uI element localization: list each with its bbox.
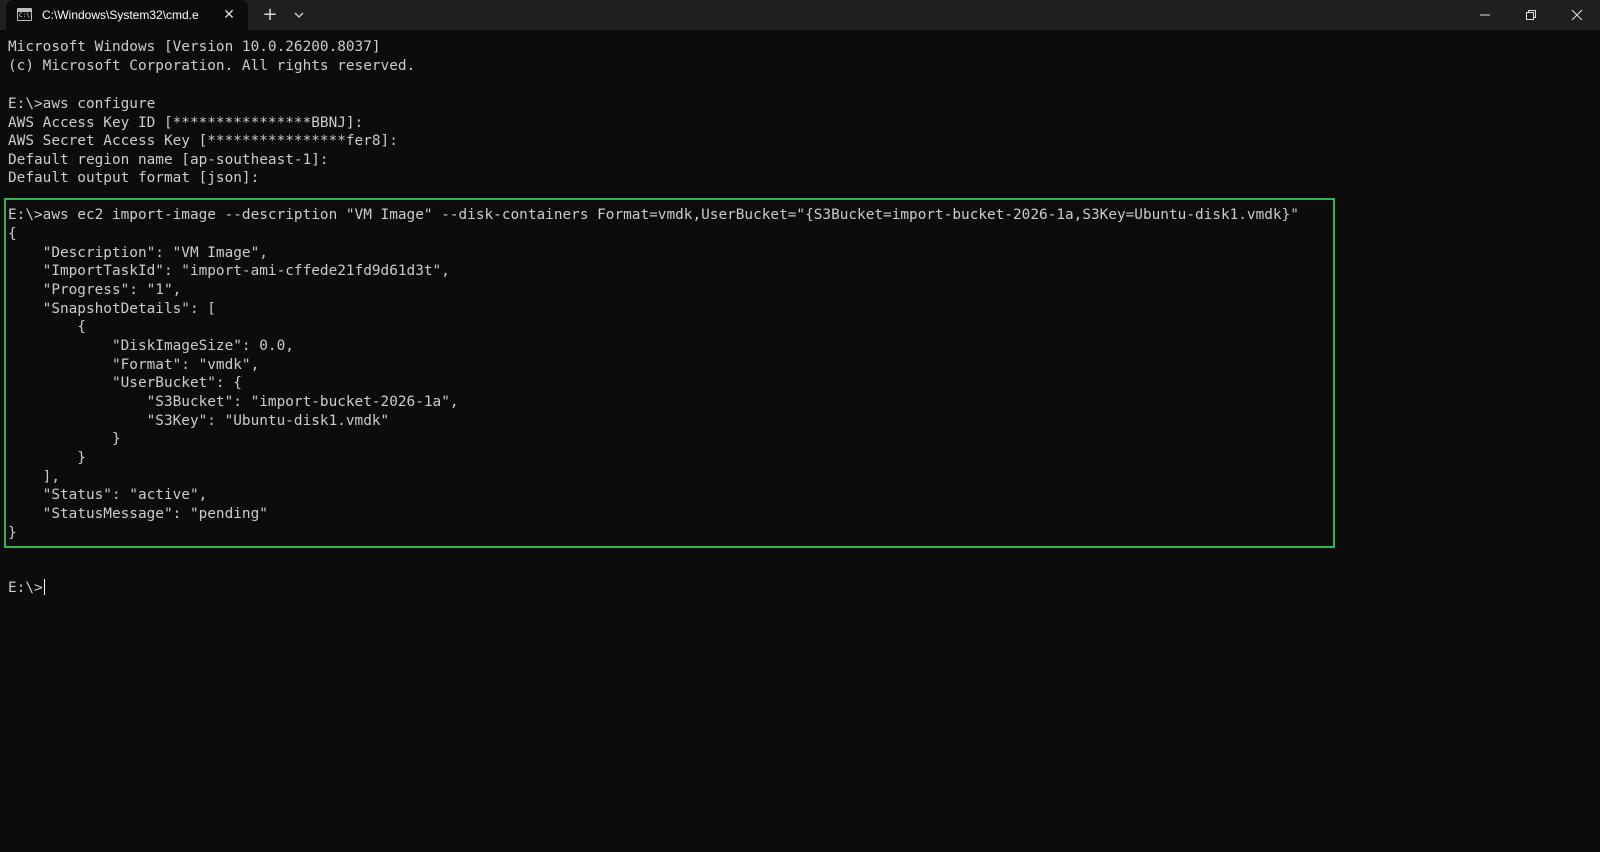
close-icon: ✕ — [223, 7, 235, 23]
plus-icon: + — [262, 4, 278, 25]
terminal-line: "StatusMessage": "pending" — [8, 506, 268, 522]
title-bar: C:\. C:\Windows\System32\cmd.e ✕ + — [0, 0, 1600, 30]
terminal-line: "S3Bucket": "import-bucket-2026-1a", — [8, 394, 459, 410]
terminal-line: Default region name [ap-southeast-1]: — [8, 151, 329, 168]
terminal-line: "ImportTaskId": "import-ami-cffede21fd9d… — [8, 263, 450, 279]
text-cursor — [43, 579, 45, 595]
terminal-line: "Progress": "1", — [8, 282, 182, 298]
terminal-line: { — [8, 319, 86, 335]
tab-title: C:\Windows\System32\cmd.e — [42, 8, 199, 22]
maximize-button[interactable] — [1508, 0, 1554, 30]
terminal-line: "Description": "VM Image", — [8, 244, 268, 261]
close-window-button[interactable] — [1554, 0, 1600, 30]
terminal-prompt: E:\> — [8, 579, 45, 598]
terminal-line: Default output format [json]: — [8, 170, 260, 186]
chevron-down-icon — [294, 12, 304, 18]
terminal-line: } — [8, 524, 17, 541]
prompt-text: E:\> — [8, 580, 43, 596]
terminal-line: "S3Key": "Ubuntu-disk1.vmdk" — [8, 412, 390, 429]
terminal-line: } — [8, 431, 121, 447]
terminal-icon-text: C:\. — [19, 12, 34, 19]
restore-icon — [1526, 10, 1536, 20]
terminal-line: "UserBucket": { — [8, 375, 242, 391]
terminal-line: "SnapshotDetails": [ — [8, 300, 216, 317]
terminal-line: "Status": "active", — [8, 487, 208, 503]
minimize-icon — [1480, 14, 1490, 16]
tab-dropdown-button[interactable] — [288, 4, 310, 26]
close-icon — [1571, 9, 1583, 21]
terminal-line: } — [8, 450, 86, 466]
terminal-icon: C:\. — [17, 8, 34, 21]
close-tab-button[interactable]: ✕ — [220, 6, 238, 24]
terminal-line: ], — [8, 468, 60, 485]
terminal-line: AWS Access Key ID [****************BBNJ]… — [8, 114, 364, 131]
terminal-output[interactable]: Microsoft Windows [Version 10.0.26200.80… — [8, 38, 1593, 838]
terminal-line: "Format": "vmdk", — [8, 356, 260, 373]
terminal-line: Microsoft Windows [Version 10.0.26200.80… — [8, 39, 381, 55]
new-tab-button[interactable]: + — [259, 4, 281, 26]
minimize-button[interactable] — [1462, 0, 1508, 30]
terminal-line: "DiskImageSize": 0.0, — [8, 338, 294, 354]
terminal-line: AWS Secret Access Key [****************f… — [8, 133, 398, 149]
terminal-line: E:\>aws ec2 import-image --description "… — [8, 207, 1299, 223]
terminal-line: E:\>aws configure — [8, 96, 156, 112]
terminal-line: (c) Microsoft Corporation. All rights re… — [8, 58, 416, 74]
tab-cmd[interactable]: C:\. C:\Windows\System32\cmd.e ✕ — [6, 0, 248, 30]
terminal-line: { — [8, 226, 17, 242]
